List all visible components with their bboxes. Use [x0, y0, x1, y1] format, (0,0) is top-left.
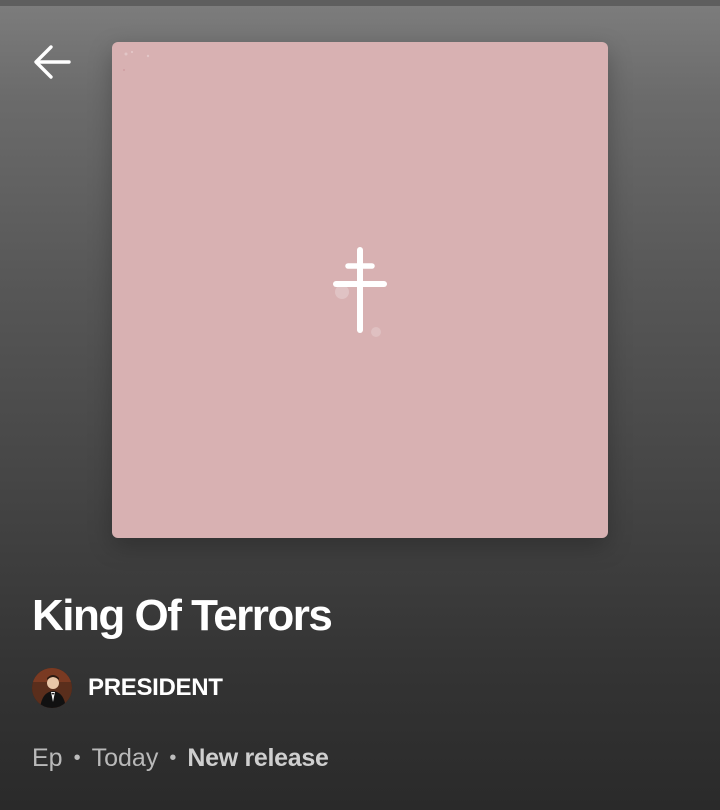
- release-date: Today: [91, 743, 159, 772]
- release-status: New release: [187, 743, 329, 772]
- meta-separator: •: [73, 746, 81, 769]
- artist-avatar[interactable]: [32, 668, 72, 708]
- album-meta: Ep • Today • New release: [32, 740, 329, 776]
- artist-link[interactable]: PRESIDENT: [32, 667, 223, 709]
- status-bar-strip: [0, 0, 720, 6]
- cover-texture: [123, 51, 150, 71]
- album-type: Ep: [32, 743, 63, 772]
- back-button[interactable]: [28, 38, 76, 86]
- album-cover: [112, 42, 608, 538]
- artist-name[interactable]: PRESIDENT: [88, 674, 223, 702]
- album-title: King Of Terrors: [32, 591, 333, 640]
- arrow-left-icon: [34, 45, 71, 79]
- meta-separator: •: [169, 746, 177, 769]
- cross-icon: [333, 247, 387, 337]
